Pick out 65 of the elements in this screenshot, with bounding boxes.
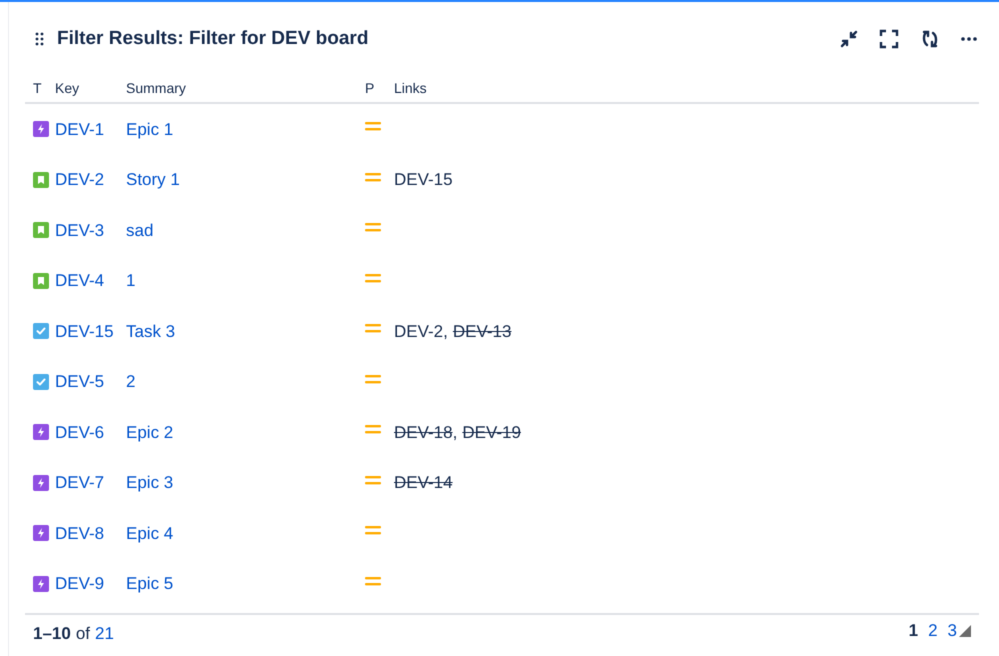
- issue-key-link[interactable]: DEV-7: [55, 473, 104, 492]
- lightning-icon: [33, 424, 49, 440]
- summary-link[interactable]: Epic 3: [126, 473, 174, 492]
- summary-link[interactable]: Epic 4: [126, 524, 174, 542]
- bookmark-icon: [33, 222, 49, 238]
- minimize-icon[interactable]: [839, 29, 859, 49]
- drag-handle-icon[interactable]: [35, 32, 45, 46]
- lightning-icon: [33, 121, 49, 138]
- column-header: Key: [55, 78, 80, 98]
- separator: ,: [443, 320, 448, 342]
- lightning-icon: [33, 525, 49, 542]
- medium-priority-icon: [365, 274, 381, 284]
- medium-priority-icon: [365, 425, 381, 436]
- page-link[interactable]: 2: [928, 618, 938, 644]
- summary-link[interactable]: 2: [126, 372, 136, 391]
- medium-priority-icon: [365, 476, 381, 486]
- summary-link[interactable]: Epic 2: [126, 422, 174, 442]
- page-link[interactable]: 1: [908, 618, 918, 644]
- summary-link[interactable]: Story 1: [126, 170, 180, 189]
- summary-link[interactable]: Epic 1: [126, 120, 174, 138]
- linked-issue[interactable]: DEV-19: [462, 420, 521, 445]
- more-icon[interactable]: [961, 37, 977, 41]
- summary-link[interactable]: 1: [126, 271, 136, 290]
- page-link[interactable]: 3: [948, 618, 957, 644]
- column-header: Summary: [126, 78, 187, 98]
- fullscreen-icon[interactable]: [879, 29, 899, 49]
- lightning-icon: [33, 474, 49, 491]
- checkbox-icon: [33, 323, 49, 340]
- linked-issue[interactable]: DEV-14: [394, 470, 453, 496]
- bookmark-icon: [33, 272, 49, 289]
- medium-priority-icon: [365, 172, 381, 183]
- of-label: of: [76, 623, 90, 646]
- summary-link[interactable]: Task 3: [126, 322, 176, 340]
- summary-link[interactable]: Epic 5: [126, 574, 174, 593]
- medium-priority-icon: [365, 324, 381, 334]
- panel-title: Filter Results: Filter for DEV board: [57, 26, 368, 51]
- linked-issue[interactable]: DEV-13: [452, 318, 512, 344]
- bookmark-icon: [33, 172, 49, 188]
- separator: ,: [452, 422, 458, 444]
- linked-issue[interactable]: DEV-15: [394, 167, 453, 192]
- medium-priority-icon: [365, 526, 381, 536]
- resize-handle-icon[interactable]: [959, 625, 971, 637]
- total-link[interactable]: 21: [95, 621, 114, 647]
- checkbox-icon: [33, 374, 49, 390]
- column-header: T: [32, 78, 43, 98]
- issue-key-link[interactable]: DEV-8: [55, 524, 104, 542]
- issue-key-link[interactable]: DEV-1: [55, 120, 104, 138]
- issue-key-link[interactable]: DEV-5: [55, 372, 104, 391]
- issue-key-link[interactable]: DEV-2: [55, 170, 104, 189]
- medium-priority-icon: [365, 374, 381, 385]
- issue-key-link[interactable]: DEV-3: [55, 220, 104, 240]
- linked-issue[interactable]: DEV-2: [394, 318, 444, 344]
- issue-key-link[interactable]: DEV-9: [55, 574, 104, 593]
- medium-priority-icon: [365, 122, 381, 132]
- issue-key-link[interactable]: DEV-4: [55, 271, 104, 290]
- lightning-icon: [33, 576, 49, 592]
- medium-priority-icon: [365, 576, 381, 587]
- column-header: P: [365, 78, 376, 98]
- issue-key-link[interactable]: DEV-15: [55, 322, 114, 340]
- issue-key-link[interactable]: DEV-6: [55, 422, 104, 442]
- linked-issue[interactable]: DEV-18: [394, 420, 453, 445]
- summary-link[interactable]: sad: [126, 220, 154, 240]
- medium-priority-icon: [365, 223, 381, 234]
- range-label: 1–10: [33, 623, 71, 646]
- column-header: Links: [394, 78, 427, 98]
